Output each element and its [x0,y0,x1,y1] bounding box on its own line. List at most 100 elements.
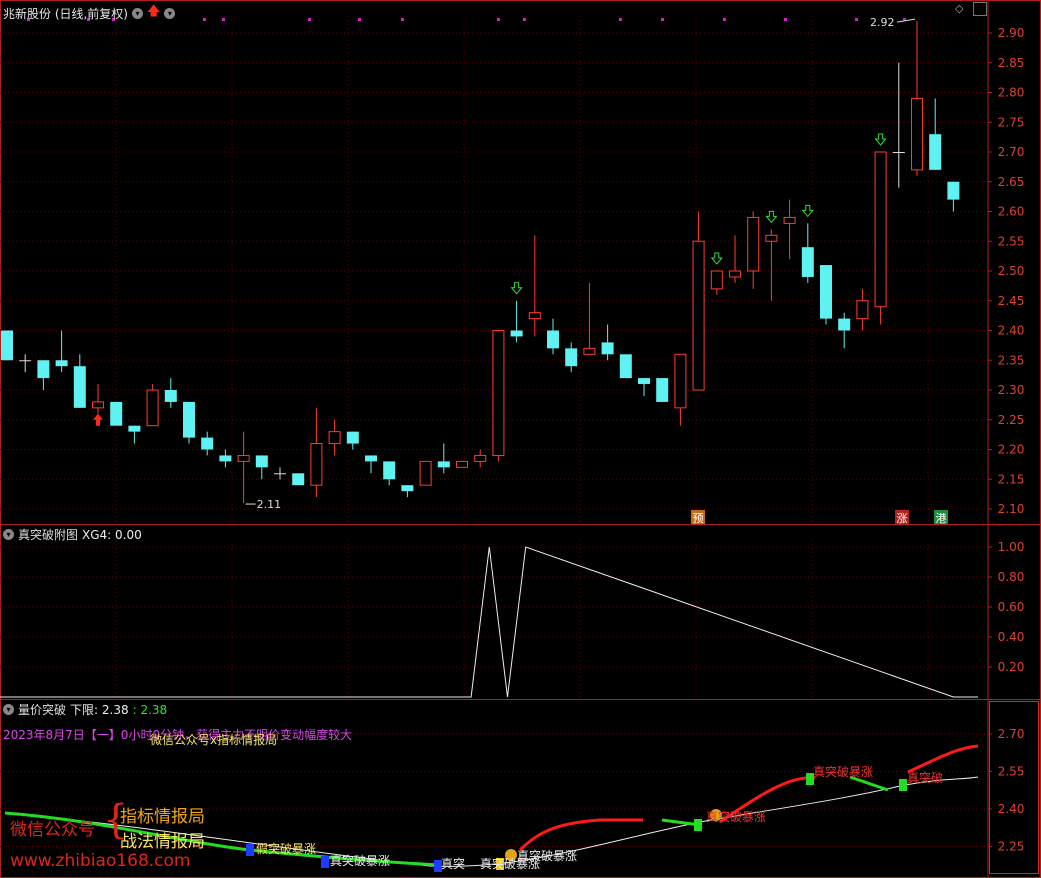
y-tick-label: 2.10 [998,502,1025,516]
candle-body [456,460,468,468]
candle-body [419,460,432,486]
candle-body [692,240,705,391]
candle-body [528,312,541,320]
marker-dot [203,18,206,21]
y-tick-label: 2.15 [998,472,1025,486]
candle [528,235,541,337]
candle-body [55,360,68,367]
candle [638,378,650,396]
window-toggle-icon[interactable] [973,2,987,16]
badge-label: 预 [693,512,704,525]
marker-dot [661,18,664,21]
candle [911,21,923,176]
candle-body [892,152,905,153]
candle-body [601,342,614,355]
candle-body [747,216,760,272]
watermark-wechat: 微信公众号 [10,820,95,840]
candle [292,473,305,486]
y-tick-label: 2.40 [998,324,1025,338]
candle [765,229,778,301]
y-tick-label: 2.25 [998,840,1025,854]
y-tick-label: 2.75 [998,115,1025,129]
candle [37,360,50,390]
y-tick-label: 0.60 [998,600,1025,614]
candle-body [565,348,578,367]
candle-body [911,97,923,171]
marker-dot [497,18,500,21]
signal-label: 真突破暴涨 [517,848,577,863]
candle-body [146,389,159,427]
candle-body [92,401,104,409]
candle-body [492,330,505,456]
candle [929,98,942,170]
candle-body [856,300,869,320]
signal-marker [899,779,907,791]
candle [437,443,450,474]
candle-body [255,455,268,468]
candle [656,378,669,402]
candle [365,455,377,474]
y-tick-label: 2.60 [998,205,1025,219]
candle-body [401,485,414,492]
signal-marker [321,856,329,868]
y-tick-label: 0.20 [998,660,1025,674]
candle-body [37,360,50,379]
candle-body [383,461,396,480]
candle-body [73,366,86,408]
candle [783,199,796,260]
y-tick-label: 2.20 [998,443,1025,457]
candle-body [638,378,650,385]
candle [747,211,760,289]
candle [128,425,141,444]
candle [492,330,505,462]
candle-body [801,247,814,277]
candle-body [838,318,851,331]
candle-body [874,151,887,308]
chevron-down-icon[interactable]: ▾ [3,704,14,715]
candle [729,235,741,283]
candle [456,460,468,468]
diamond-icon[interactable]: ◇ [955,2,963,15]
candle [255,455,268,480]
chevron-down-icon[interactable]: ▾ [132,7,143,19]
watermark-line2: 战法情报局 [120,832,205,852]
up-arrow-icon: 🡅 [147,4,161,19]
candle [274,467,286,480]
chevron-down-icon[interactable]: ▾ [3,529,14,540]
marker-dot [619,18,622,21]
candle [401,485,414,498]
candle-body [619,354,632,379]
stock-title: 兆新股份 (日线,前复权) [3,6,128,21]
candle [547,318,559,355]
candle [565,342,578,373]
lower-value: : 2.38 [132,702,168,717]
y-tick-label: 2.35 [998,353,1025,367]
buy-arrow-icon [93,413,103,426]
candle-body [237,454,250,462]
candle-body [328,431,341,445]
candle-body [274,473,286,475]
red-band-line [518,818,643,852]
chevron-down-icon[interactable]: ▾ [164,7,176,19]
candle [110,401,123,426]
marker-dot [855,18,858,21]
signal-label: 假突破暴涨 [256,841,316,856]
candle [219,449,232,468]
candle [474,449,487,468]
candle-body [929,134,942,170]
candle [92,384,104,414]
candle [346,431,359,450]
sub-panel2-title: 量价突破 [18,703,67,717]
y-tick-label: 2.50 [998,264,1025,278]
y-tick-label: 2.90 [998,26,1025,40]
signal-label: 真突破 [907,770,943,785]
candle-body [656,378,669,402]
y-tick-label: 2.25 [998,413,1025,427]
candle [237,431,250,504]
candle-body [710,270,723,290]
candle-body [947,181,960,200]
candle [55,330,68,373]
candle [419,460,432,486]
candle [838,312,851,349]
candle-body [820,265,832,319]
